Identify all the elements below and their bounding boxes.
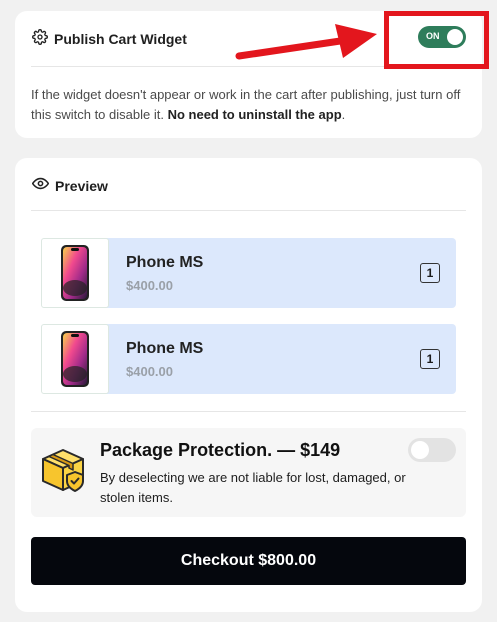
product-image: [41, 238, 109, 308]
gear-icon: [32, 28, 48, 50]
quantity-badge: 1: [420, 349, 440, 369]
product-name: Phone MS: [126, 339, 204, 357]
publish-header: Publish Cart Widget: [32, 28, 187, 50]
protection-toggle[interactable]: [408, 438, 456, 462]
highlight-box: [384, 11, 489, 69]
product-price: $400.00: [126, 277, 173, 293]
divider: [31, 210, 466, 211]
quantity-badge: 1: [420, 263, 440, 283]
divider: [31, 411, 466, 412]
package-protection: Package Protection. — $149 By deselectin…: [31, 428, 466, 517]
preview-title: Preview: [55, 178, 108, 194]
checkout-button[interactable]: Checkout $800.00: [31, 537, 466, 585]
preview-card: Preview Phone MS $400.00 1 Phone MS $400…: [15, 158, 482, 612]
protection-title: Package Protection. — $149: [100, 440, 341, 460]
publish-title: Publish Cart Widget: [54, 31, 187, 47]
protection-description: By deselecting we are not liable for los…: [100, 470, 406, 505]
package-shield-icon: [39, 446, 87, 499]
product-name: Phone MS: [126, 253, 204, 271]
toggle-knob: [411, 441, 429, 459]
arrow-annotation: [235, 24, 377, 60]
description-end: .: [341, 107, 346, 122]
product-price: $400.00: [126, 363, 173, 379]
preview-header: Preview: [31, 175, 108, 197]
eye-icon: [31, 175, 50, 197]
publish-description: If the widget doesn't appear or work in …: [31, 85, 471, 125]
cart-item: Phone MS $400.00 1: [41, 324, 456, 394]
cart-item: Phone MS $400.00 1: [41, 238, 456, 308]
description-bold: No need to uninstall the app: [167, 107, 342, 122]
product-image: [41, 324, 109, 394]
